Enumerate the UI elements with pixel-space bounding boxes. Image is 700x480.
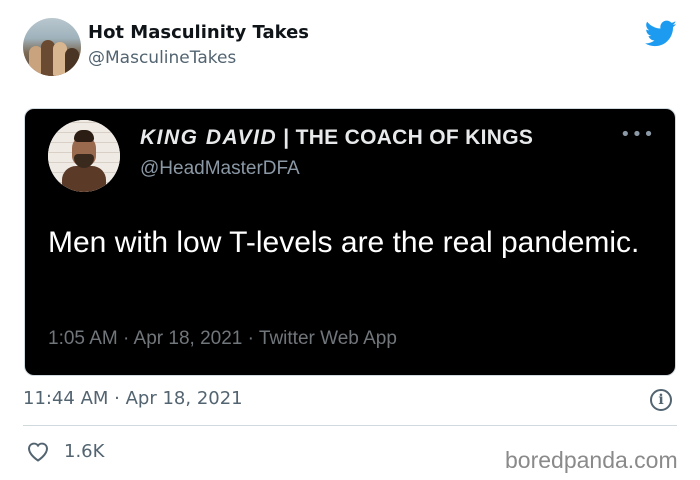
user-handle[interactable]: @MasculineTakes	[88, 48, 236, 68]
more-options-icon: •••	[620, 124, 655, 145]
embedded-handle: @HeadMasterDFA	[140, 158, 300, 179]
info-icon[interactable]: i	[650, 389, 672, 411]
embedded-avatar	[48, 120, 120, 192]
twitter-bird-icon[interactable]	[645, 20, 677, 48]
like-count[interactable]: 1.6K	[64, 441, 104, 462]
divider	[23, 425, 677, 426]
embedded-tweet-meta: 1:05 AM · Apr 18, 2021 · Twitter Web App	[48, 328, 397, 349]
profile-avatar[interactable]	[23, 18, 81, 76]
display-name[interactable]: Hot Masculinity Takes	[88, 22, 309, 43]
embedded-tweet-text: Men with low T-levels are the real pande…	[48, 226, 640, 259]
tweet-card: Hot Masculinity Takes @MasculineTakes KI…	[0, 0, 700, 480]
tweet-timestamp[interactable]: 11:44 AM · Apr 18, 2021	[23, 388, 243, 409]
watermark: boredpanda.com	[505, 447, 678, 473]
embedded-name-rest: | THE COACH OF KINGS	[283, 126, 534, 149]
embedded-display-name: KING DAVID | THE COACH OF KINGS	[140, 126, 533, 150]
heart-icon[interactable]	[26, 440, 50, 462]
embedded-name-italic: KING DAVID	[140, 126, 278, 149]
